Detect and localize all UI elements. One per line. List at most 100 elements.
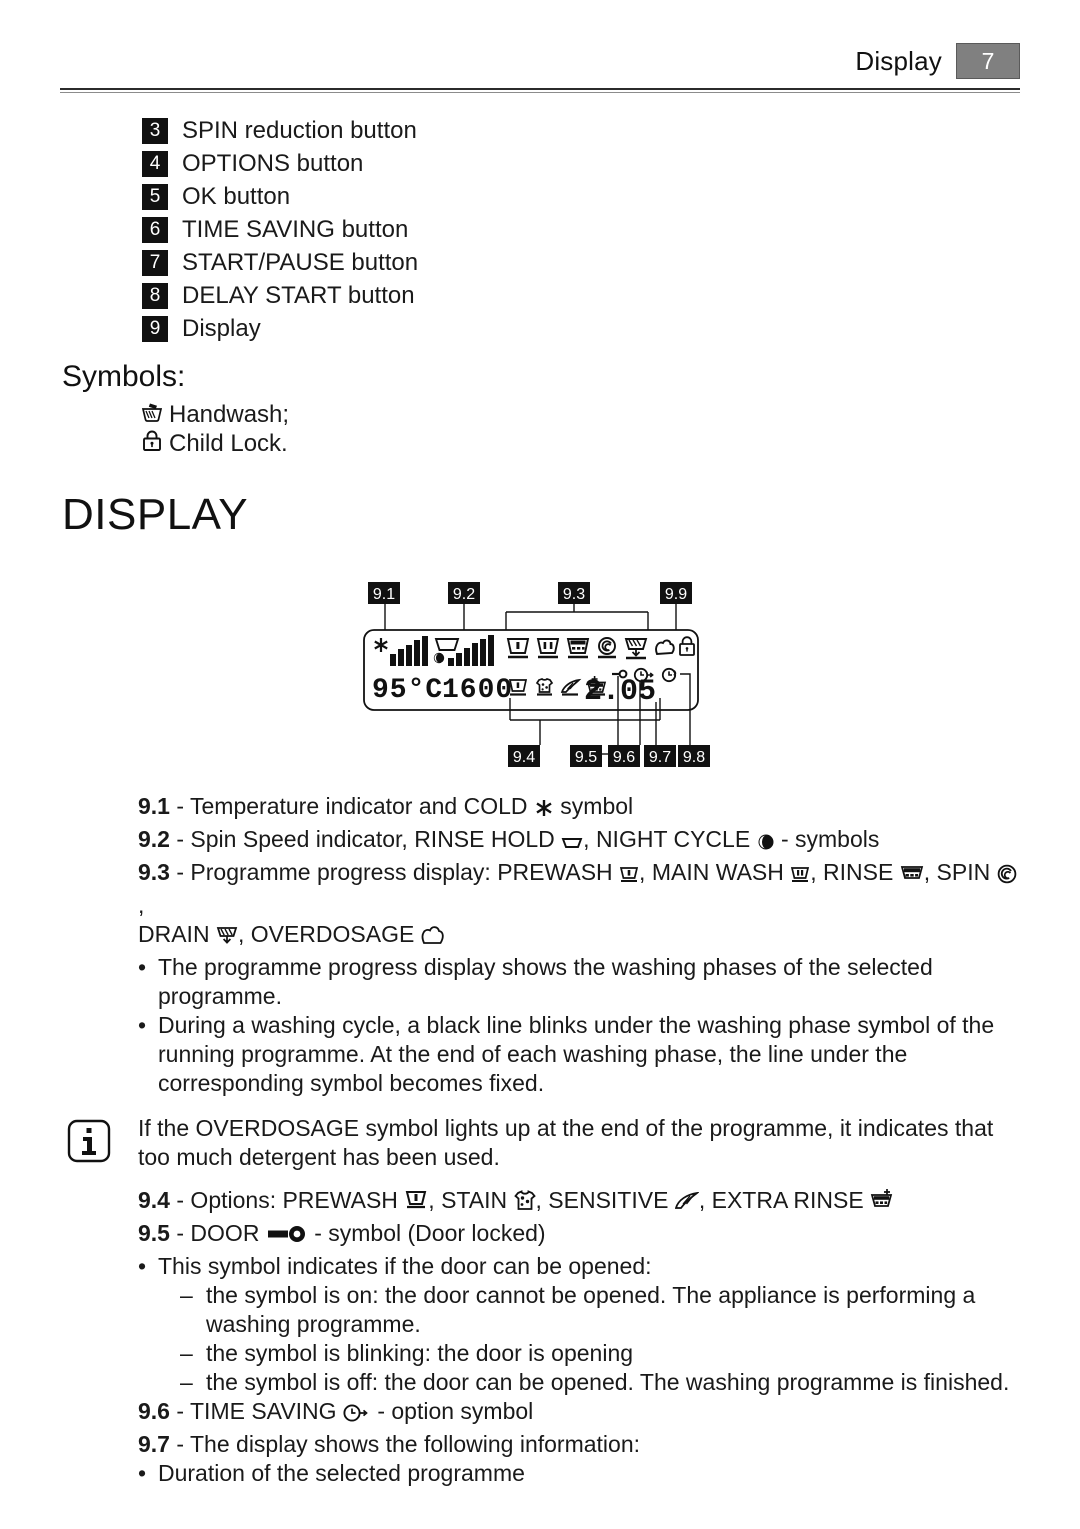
item-label: Display — [182, 314, 261, 342]
description-9-3: 9.3 - Programme progress display: PREWAS… — [138, 858, 1020, 920]
item-label: OPTIONS button — [182, 149, 364, 177]
desc-text: - symbol (Door locked) — [307, 1220, 546, 1246]
desc-number: 9.1 — [138, 793, 170, 819]
desc-number: 9.5 — [138, 1220, 170, 1246]
child-lock-icon — [140, 429, 164, 458]
dash-marker: – — [180, 1282, 193, 1308]
desc-text: DRAIN — [138, 921, 216, 947]
desc-text: - Spin Speed indicator, RINSE HOLD — [169, 826, 562, 852]
drain-icon — [216, 924, 238, 953]
bullet-item: • This symbol indicates if the door can … — [138, 1252, 1020, 1281]
item-number: 8 — [142, 282, 168, 309]
bullet-item: • During a washing cycle, a black line b… — [138, 1011, 1020, 1098]
description-9-2: 9.2 - Spin Speed indicator, RINSE HOLD ,… — [138, 825, 1020, 858]
description-9-4: 9.4 - Options: PREWASH , STAIN , SENSITI… — [138, 1186, 1020, 1219]
option-sensitive-icon — [560, 678, 582, 696]
item-number: 3 — [142, 117, 168, 144]
page-number-badge: 7 — [956, 43, 1020, 79]
desc-text: , SPIN — [923, 859, 997, 885]
desc-text: - Options: PREWASH — [169, 1187, 405, 1213]
dash-item: – the symbol is off: the door can be ope… — [180, 1368, 1020, 1397]
main-wash-icon — [790, 862, 810, 891]
prewash-icon — [506, 638, 530, 659]
description-9-5: 9.5 - DOOR - symbol (Door locked) — [138, 1219, 1020, 1252]
description-9-7: 9.7 - The display shows the following in… — [138, 1430, 1020, 1459]
list-item: 4 OPTIONS button — [142, 147, 842, 180]
prewash-icon — [619, 862, 639, 891]
dash-marker: – — [180, 1369, 193, 1395]
desc-number: 9.4 — [138, 1187, 170, 1213]
section-title-display: DISPLAY — [62, 490, 249, 539]
desc-text: - TIME SAVING — [169, 1398, 343, 1424]
control-panel-item-list: 3 SPIN reduction button 4 OPTIONS button… — [142, 114, 842, 345]
svg-text:9.5: 9.5 — [575, 749, 597, 766]
lcd-display-figure: 9.1 9.2 9.3 9.9 95°C 1600 2.05 9.4 9.5 9… — [360, 582, 720, 782]
header-divider — [60, 88, 1020, 93]
dash-text: the symbol is off: the door can be opene… — [206, 1369, 1010, 1395]
desc-text: , OVERDOSAGE — [237, 921, 421, 947]
list-item: 5 OK button — [142, 180, 842, 213]
svg-text:9.1: 9.1 — [373, 586, 395, 603]
desc-text: - option symbol — [370, 1398, 534, 1424]
overdosage-icon — [655, 639, 675, 655]
dash-item: – the symbol is blinking: the door is op… — [180, 1339, 1020, 1368]
door-key-icon — [266, 1223, 308, 1252]
list-item: 7 START/PAUSE button — [142, 246, 842, 279]
desc-number: 9.7 — [138, 1431, 170, 1457]
delay-start-clock-icon — [661, 667, 677, 683]
lcd-temperature-value: 95°C — [372, 675, 443, 706]
info-note-text: If the OVERDOSAGE symbol lights up at th… — [138, 1115, 994, 1170]
dash-marker: – — [180, 1340, 193, 1366]
bullet-item: • The programme progress display shows t… — [138, 953, 1020, 1011]
symbol-label: Child Lock. — [169, 429, 288, 457]
option-stain-icon — [535, 678, 554, 696]
info-note: If the OVERDOSAGE symbol lights up at th… — [66, 1114, 1020, 1172]
callout-9-2: 9.2 — [448, 582, 480, 630]
svg-text:9.4: 9.4 — [513, 749, 535, 766]
desc-text: , SENSITIVE — [535, 1187, 675, 1213]
bullet-text: This symbol indicates if the door can be… — [158, 1253, 652, 1279]
desc-text: symbol — [553, 793, 634, 819]
bullet-text: The programme progress display shows the… — [158, 954, 933, 1009]
list-item: 9 Display — [142, 312, 842, 345]
desc-text: , STAIN — [428, 1187, 514, 1213]
description-content: 9.1 - Temperature indicator and COLD sym… — [67, 792, 1020, 1488]
desc-text: - The display shows the following inform… — [169, 1431, 641, 1457]
stain-icon — [513, 1190, 536, 1219]
svg-text:9.7: 9.7 — [649, 749, 671, 766]
item-number: 5 — [142, 183, 168, 210]
desc-number: 9.3 — [138, 859, 170, 885]
rinse-icon — [900, 862, 924, 891]
symbol-item-child-lock: Child Lock. — [140, 429, 289, 458]
desc-text: - DOOR — [169, 1220, 266, 1246]
bullet-marker: • — [138, 1012, 147, 1038]
desc-text: , — [138, 892, 145, 918]
desc-text: , MAIN WASH — [639, 859, 791, 885]
prewash-icon — [404, 1190, 428, 1219]
item-label: DELAY START button — [182, 281, 415, 309]
item-number: 4 — [142, 150, 168, 177]
item-number: 7 — [142, 249, 168, 276]
rinse-hold-tub-icon — [434, 638, 460, 651]
time-saving-clock-icon — [343, 1401, 371, 1430]
callout-9-8: 9.8 — [678, 673, 710, 767]
symbols-list: Handwash; Child Lock. — [140, 400, 289, 458]
list-item: 6 TIME SAVING button — [142, 213, 842, 246]
list-item: 3 SPIN reduction button — [142, 114, 842, 147]
callout-9-9: 9.9 — [660, 582, 692, 630]
description-9-3-cont: DRAIN , OVERDOSAGE — [138, 920, 1020, 953]
extra-rinse-icon — [870, 1188, 894, 1219]
drain-icon — [624, 638, 648, 660]
snowflake-icon — [374, 638, 388, 652]
item-label: TIME SAVING button — [182, 215, 409, 243]
desc-number: 9.2 — [138, 826, 170, 852]
overdosage-icon — [421, 924, 445, 953]
item-number: 9 — [142, 315, 168, 342]
svg-text:9.6: 9.6 — [613, 749, 635, 766]
dash-text: the symbol is on: the door cannot be ope… — [206, 1282, 976, 1337]
rinse-hold-tub-icon — [561, 829, 583, 858]
callout-9-1: 9.1 — [368, 582, 400, 630]
rinse-icon — [566, 638, 590, 659]
bullet-marker: • — [138, 1460, 147, 1486]
symbols-heading: Symbols: — [62, 360, 186, 393]
